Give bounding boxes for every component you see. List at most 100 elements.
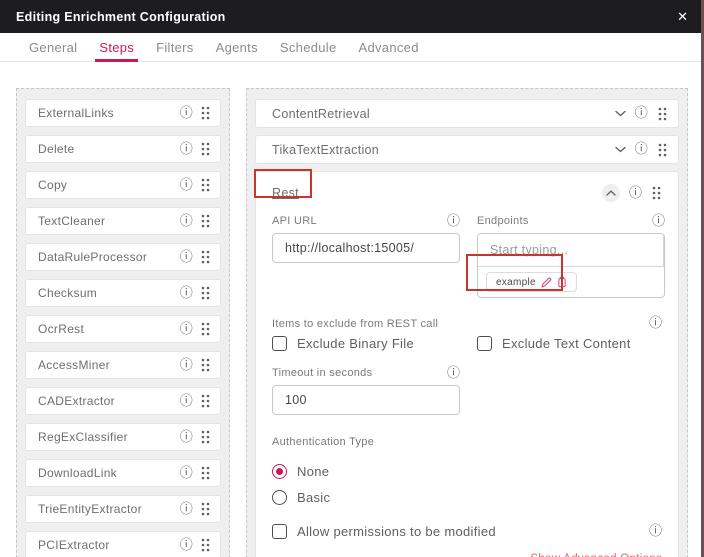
exclude-text-content-checkbox[interactable] <box>477 336 492 351</box>
list-item[interactable]: Checksum ⓘ <box>25 279 221 307</box>
endpoint-chip[interactable]: example <box>486 272 577 292</box>
rest-step-title-link[interactable]: Rest <box>272 186 299 200</box>
info-icon[interactable]: ⓘ <box>180 215 193 228</box>
api-url-label: API URL <box>272 215 317 227</box>
list-item[interactable]: TextCleaner ⓘ <box>25 207 221 235</box>
exclude-binary-file-checkbox[interactable] <box>272 336 287 351</box>
drag-handle-icon[interactable] <box>200 105 211 121</box>
drag-handle-icon[interactable] <box>200 429 211 445</box>
info-icon[interactable]: ⓘ <box>180 359 193 372</box>
show-advanced-options-link[interactable]: Show Advanced Options <box>530 553 662 557</box>
endpoints-input[interactable] <box>478 234 663 266</box>
info-icon[interactable]: ⓘ <box>180 143 193 156</box>
info-icon[interactable]: ⓘ <box>180 431 193 444</box>
step-name: DataRuleProcessor <box>38 250 180 264</box>
list-item[interactable]: Delete ⓘ <box>25 135 221 163</box>
drag-handle-icon[interactable] <box>200 393 211 409</box>
radio-label: Basic <box>297 490 330 505</box>
list-item[interactable]: TrieEntityExtractor ⓘ <box>25 495 221 523</box>
radio-label: None <box>297 464 329 479</box>
drag-handle-icon[interactable] <box>200 537 211 553</box>
drag-handle-icon[interactable] <box>200 285 211 301</box>
allow-permissions-checkbox[interactable] <box>272 524 287 539</box>
step-name: RegExClassifier <box>38 430 180 444</box>
info-icon[interactable]: ⓘ <box>180 503 193 516</box>
info-icon[interactable]: ⓘ <box>180 323 193 336</box>
auth-basic-radio[interactable] <box>272 490 287 505</box>
list-item[interactable]: RegExClassifier ⓘ <box>25 423 221 451</box>
drag-handle-icon[interactable] <box>200 213 211 229</box>
auth-option-basic: Basic <box>272 484 662 510</box>
trash-icon[interactable] <box>663 234 665 266</box>
info-icon[interactable]: ⓘ <box>447 367 460 380</box>
tab-general[interactable]: General <box>18 33 88 61</box>
step-name: Delete <box>38 142 180 156</box>
drag-handle-icon[interactable] <box>200 465 211 481</box>
exclude-section: Items to exclude from REST call ⓘ Exclud… <box>272 317 662 351</box>
info-icon[interactable]: ⓘ <box>447 215 460 228</box>
rest-step-header: Rest ⓘ <box>272 180 662 206</box>
step-name: CADExtractor <box>38 394 180 408</box>
info-icon[interactable]: ⓘ <box>180 539 193 552</box>
info-icon[interactable]: ⓘ <box>649 317 662 330</box>
pencil-icon[interactable] <box>541 277 552 288</box>
info-icon[interactable]: ⓘ <box>180 395 193 408</box>
drag-handle-icon[interactable] <box>200 177 211 193</box>
info-icon[interactable]: ⓘ <box>629 187 642 200</box>
trash-icon[interactable] <box>557 276 567 288</box>
info-icon[interactable]: ⓘ <box>652 215 665 228</box>
info-icon[interactable]: ⓘ <box>180 251 193 264</box>
info-icon[interactable]: ⓘ <box>649 525 662 538</box>
list-item[interactable]: ExternalLinks ⓘ <box>25 99 221 127</box>
drag-handle-icon[interactable] <box>657 106 668 122</box>
drag-handle-icon[interactable] <box>200 141 211 157</box>
drag-handle-icon[interactable] <box>200 321 211 337</box>
info-icon[interactable]: ⓘ <box>180 107 193 120</box>
modal-header: Editing Enrichment Configuration ✕ <box>0 0 704 33</box>
list-item[interactable]: PCIExtractor ⓘ <box>25 531 221 557</box>
tab-agents[interactable]: Agents <box>205 33 269 61</box>
drag-handle-icon[interactable] <box>200 249 211 265</box>
step-row-contentretrieval[interactable]: ContentRetrieval ⓘ <box>255 99 679 128</box>
exclude-text-content-option: Exclude Text Content <box>477 336 682 351</box>
endpoints-field: Endpoints ⓘ example <box>477 214 665 298</box>
list-item[interactable]: CADExtractor ⓘ <box>25 387 221 415</box>
auth-none-radio[interactable] <box>272 464 287 479</box>
info-icon[interactable]: ⓘ <box>635 143 648 156</box>
list-item[interactable]: OcrRest ⓘ <box>25 315 221 343</box>
permissions-row: Allow permissions to be modified ⓘ <box>272 524 662 539</box>
auth-section: Authentication Type None Basic <box>272 432 662 510</box>
allow-permissions-option: Allow permissions to be modified <box>272 524 496 539</box>
step-name: DownloadLink <box>38 466 180 480</box>
modal-title: Editing Enrichment Configuration <box>16 10 226 24</box>
drag-handle-icon[interactable] <box>651 185 662 201</box>
chevron-down-icon[interactable] <box>615 146 626 153</box>
close-icon[interactable]: ✕ <box>677 10 688 23</box>
tab-advanced[interactable]: Advanced <box>348 33 430 61</box>
api-url-input[interactable] <box>272 233 460 263</box>
list-item[interactable]: Copy ⓘ <box>25 171 221 199</box>
endpoint-chip-text: example <box>496 277 536 288</box>
list-item[interactable]: DataRuleProcessor ⓘ <box>25 243 221 271</box>
tab-steps[interactable]: Steps <box>88 33 145 61</box>
drag-handle-icon[interactable] <box>200 501 211 517</box>
list-item[interactable]: DownloadLink ⓘ <box>25 459 221 487</box>
tab-filters[interactable]: Filters <box>145 33 205 61</box>
step-row-tikatextextraction[interactable]: TikaTextExtraction ⓘ <box>255 135 679 164</box>
chevron-down-icon[interactable] <box>615 110 626 117</box>
rest-step-form: API URL ⓘ Endpoints ⓘ <box>272 214 662 557</box>
step-name: TextCleaner <box>38 214 180 228</box>
step-card-rest-expanded: Rest ⓘ API URL ⓘ <box>255 171 679 557</box>
info-icon[interactable]: ⓘ <box>635 107 648 120</box>
info-icon[interactable]: ⓘ <box>180 467 193 480</box>
drag-handle-icon[interactable] <box>200 357 211 373</box>
chevron-up-icon[interactable] <box>602 184 620 202</box>
info-icon[interactable]: ⓘ <box>180 179 193 192</box>
step-name: TikaTextExtraction <box>272 143 615 157</box>
list-item[interactable]: AccessMiner ⓘ <box>25 351 221 379</box>
drag-handle-icon[interactable] <box>657 142 668 158</box>
timeout-input[interactable] <box>272 385 460 415</box>
info-icon[interactable]: ⓘ <box>180 287 193 300</box>
tab-schedule[interactable]: Schedule <box>269 33 348 61</box>
endpoints-label: Endpoints <box>477 215 529 227</box>
